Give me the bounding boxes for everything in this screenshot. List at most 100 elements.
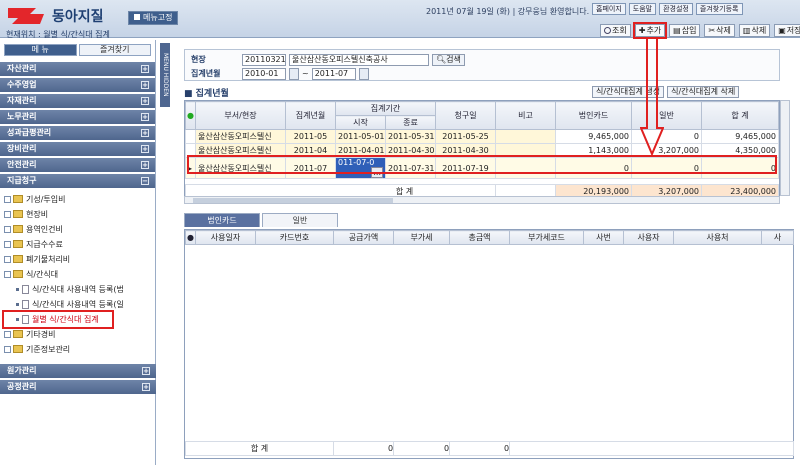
search-button[interactable]: 조회 bbox=[600, 24, 631, 37]
sidebar-group-process[interactable]: 공정관리 + bbox=[0, 380, 156, 394]
tab-general[interactable]: 일반 bbox=[262, 213, 338, 227]
col-total[interactable]: 합 계 bbox=[701, 101, 779, 130]
add-button[interactable]: ✚ 추가 bbox=[632, 22, 668, 39]
row-marker-header: ● bbox=[185, 101, 196, 130]
grid-title: ■ 집계년월 bbox=[184, 86, 229, 99]
sidebar-group-label: 수주영업 bbox=[7, 80, 37, 89]
toolbar: 조회 ✚ 추가 ▤ 삽입 ✂ 삭제 ▥ 삭제 ▣ 저장 bbox=[600, 22, 800, 39]
delete-row-button[interactable]: ✂ 삭제 bbox=[704, 24, 735, 37]
col-card-no[interactable]: 카드번호 bbox=[255, 230, 334, 245]
tree-item-label: 용역인건비 bbox=[26, 225, 63, 234]
detail-sum-supply: 0 bbox=[333, 441, 395, 456]
col-emp-no[interactable]: 사번 bbox=[583, 230, 624, 245]
col-vat-code[interactable]: 부가세코드 bbox=[509, 230, 584, 245]
tree-item-meals[interactable]: 식/간식대 bbox=[4, 267, 155, 282]
to-calendar-icon[interactable] bbox=[358, 67, 369, 80]
cell-end[interactable]: 2011-05-31 bbox=[384, 129, 437, 144]
vertical-scrollbar[interactable] bbox=[780, 100, 790, 196]
col-amount[interactable]: 총금액 bbox=[449, 230, 510, 245]
site-code-input[interactable]: 2011032100 bbox=[242, 53, 286, 66]
site-name-input[interactable]: 울산삼산동오피스텔신축공사 bbox=[289, 53, 429, 66]
cell-dept[interactable]: 울산삼산동오피스텔신 bbox=[195, 129, 286, 144]
sidebar-group-material[interactable]: 자재관리 + bbox=[0, 94, 155, 108]
col-corp[interactable]: 법인카드 bbox=[555, 101, 633, 130]
col-dept[interactable]: 부서/현장 bbox=[195, 101, 286, 130]
sidebar-group-label: 지급청구 bbox=[7, 176, 37, 185]
cell-month[interactable]: 2011-05 bbox=[285, 129, 336, 144]
settings-link[interactable]: 환경설정 bbox=[659, 3, 693, 15]
cell-start[interactable]: 2011-05-01 bbox=[335, 129, 386, 144]
sidebar-group-payment[interactable]: 지급청구 − bbox=[0, 174, 155, 188]
highlight-box bbox=[187, 155, 777, 174]
trash-icon: ▥ bbox=[742, 26, 751, 35]
plus-icon: ✚ bbox=[638, 26, 646, 35]
cell-claim[interactable]: 2011-05-25 bbox=[435, 129, 497, 144]
col-claim[interactable]: 청구일 bbox=[435, 101, 497, 130]
top-links: 홈페이지 도움말 환경설정 즐겨찾기등록 bbox=[592, 3, 743, 15]
from-calendar-icon[interactable] bbox=[289, 67, 299, 80]
tree-item-other[interactable]: 기타경비 bbox=[4, 327, 155, 342]
table-row[interactable]: 울산삼산동오피스텔신 2011-05 2011-05-01 2011-05-31… bbox=[185, 129, 779, 144]
tree-item-meal-monthly[interactable]: 월별 식/간식대 집계 bbox=[2, 310, 114, 329]
col-use-date[interactable]: 사용일자 bbox=[195, 230, 256, 245]
from-month-input[interactable]: 2010-01 bbox=[242, 67, 286, 80]
tree-item-meal-corp[interactable]: 식/간식대 사용내역 등록(법 bbox=[4, 282, 155, 297]
menu-fix-button[interactable]: 메뉴고정 bbox=[128, 11, 179, 25]
sidebar-group-labor[interactable]: 노무관리 + bbox=[0, 110, 155, 124]
tab-menu[interactable]: 메 뉴 bbox=[4, 44, 77, 56]
col-extra[interactable]: 사 bbox=[761, 230, 794, 245]
tree-item-waste[interactable]: 폐기물처리비 bbox=[4, 252, 155, 267]
sidebar-group-label: 자산관리 bbox=[7, 64, 37, 73]
site-search-button[interactable]: 🔍︎검색 bbox=[432, 53, 465, 66]
help-link[interactable]: 도움말 bbox=[628, 3, 657, 15]
sidebar-group-sales[interactable]: 수주영업 + bbox=[0, 78, 155, 92]
sidebar-group-safety[interactable]: 안전관리 + bbox=[0, 158, 155, 172]
tree-item-site-cost[interactable]: 현장비 bbox=[4, 207, 155, 222]
summary-grid: ● 부서/현장 집계년월 집계기간 청구일 비고 법인카드 일반 합 계 시작 … bbox=[184, 100, 780, 200]
tree-item-label: 기타경비 bbox=[26, 330, 56, 339]
tree-item-label: 식/간식대 사용내역 등록(법 bbox=[32, 285, 124, 294]
expand-icon bbox=[4, 256, 11, 263]
period-label: 집계년월 bbox=[191, 69, 221, 78]
site-search-label: 검색 bbox=[446, 54, 461, 64]
col-month[interactable]: 집계년월 bbox=[285, 101, 336, 130]
tree-item-progress[interactable]: 기성/투입비 bbox=[4, 192, 155, 207]
tree-item-meal-general[interactable]: 식/간식대 사용내역 등록(일 bbox=[4, 297, 155, 312]
delete-row-label: 삭제 bbox=[716, 26, 731, 35]
menu-tree: 기성/투입비 현장비 용역인건비 지급수수료 폐기물처리비 식/간식대 식/간식… bbox=[0, 188, 155, 357]
tree-item-service-labor[interactable]: 용역인건비 bbox=[4, 222, 155, 237]
tree-item-fees[interactable]: 지급수수료 bbox=[4, 237, 155, 252]
insert-button[interactable]: ▤ 삽입 bbox=[669, 24, 701, 37]
expand-icon: + bbox=[141, 81, 149, 89]
sidebar-group-label: 장비관리 bbox=[7, 144, 37, 153]
col-note[interactable]: 비고 bbox=[495, 101, 557, 130]
bookmark-link[interactable]: 즐겨찾기등록 bbox=[695, 3, 743, 15]
tree-item-label: 지급수수료 bbox=[26, 240, 63, 249]
bullet-icon bbox=[16, 318, 19, 321]
homepage-link[interactable]: 홈페이지 bbox=[592, 3, 626, 15]
expand-icon: + bbox=[142, 383, 150, 391]
insert-icon: ▤ bbox=[673, 26, 681, 35]
col-place[interactable]: 사용처 bbox=[673, 230, 762, 245]
tab-corp-card[interactable]: 법인카드 bbox=[184, 213, 260, 227]
tab-favorites[interactable]: 즐겨찾기 bbox=[78, 44, 151, 56]
to-month-input[interactable]: 2011-07 bbox=[311, 67, 356, 80]
sidebar-group-equipment[interactable]: 장비관리 + bbox=[0, 142, 155, 156]
col-vat[interactable]: 부가세 bbox=[393, 230, 450, 245]
col-start[interactable]: 시작 bbox=[335, 115, 386, 130]
sidebar-group-asset[interactable]: 자산관리 + bbox=[0, 62, 155, 76]
sidebar-group-cost[interactable]: 원가관리 + bbox=[0, 364, 156, 378]
cell-note[interactable] bbox=[495, 129, 557, 144]
delete-summary-button[interactable]: 식/간식대집계 삭제 bbox=[667, 86, 740, 98]
col-supply[interactable]: 공급가액 bbox=[333, 230, 394, 245]
tree-item-base-info[interactable]: 기준정보관리 bbox=[4, 342, 155, 357]
menu-hidden-toggle[interactable]: MENU HIDDEN bbox=[160, 43, 170, 107]
col-user[interactable]: 사용자 bbox=[623, 230, 674, 245]
detail-sum-label: 합 계 bbox=[184, 441, 335, 456]
save-button[interactable]: ▣ 저장 bbox=[774, 24, 800, 37]
delete-button[interactable]: ▥ 삭제 bbox=[738, 24, 771, 37]
sidebar-group-bonus[interactable]: 성과급평관리 + bbox=[0, 126, 155, 140]
col-end[interactable]: 종료 bbox=[384, 115, 437, 130]
scroll-thumb[interactable] bbox=[193, 198, 393, 203]
horizontal-scrollbar[interactable] bbox=[184, 196, 780, 204]
